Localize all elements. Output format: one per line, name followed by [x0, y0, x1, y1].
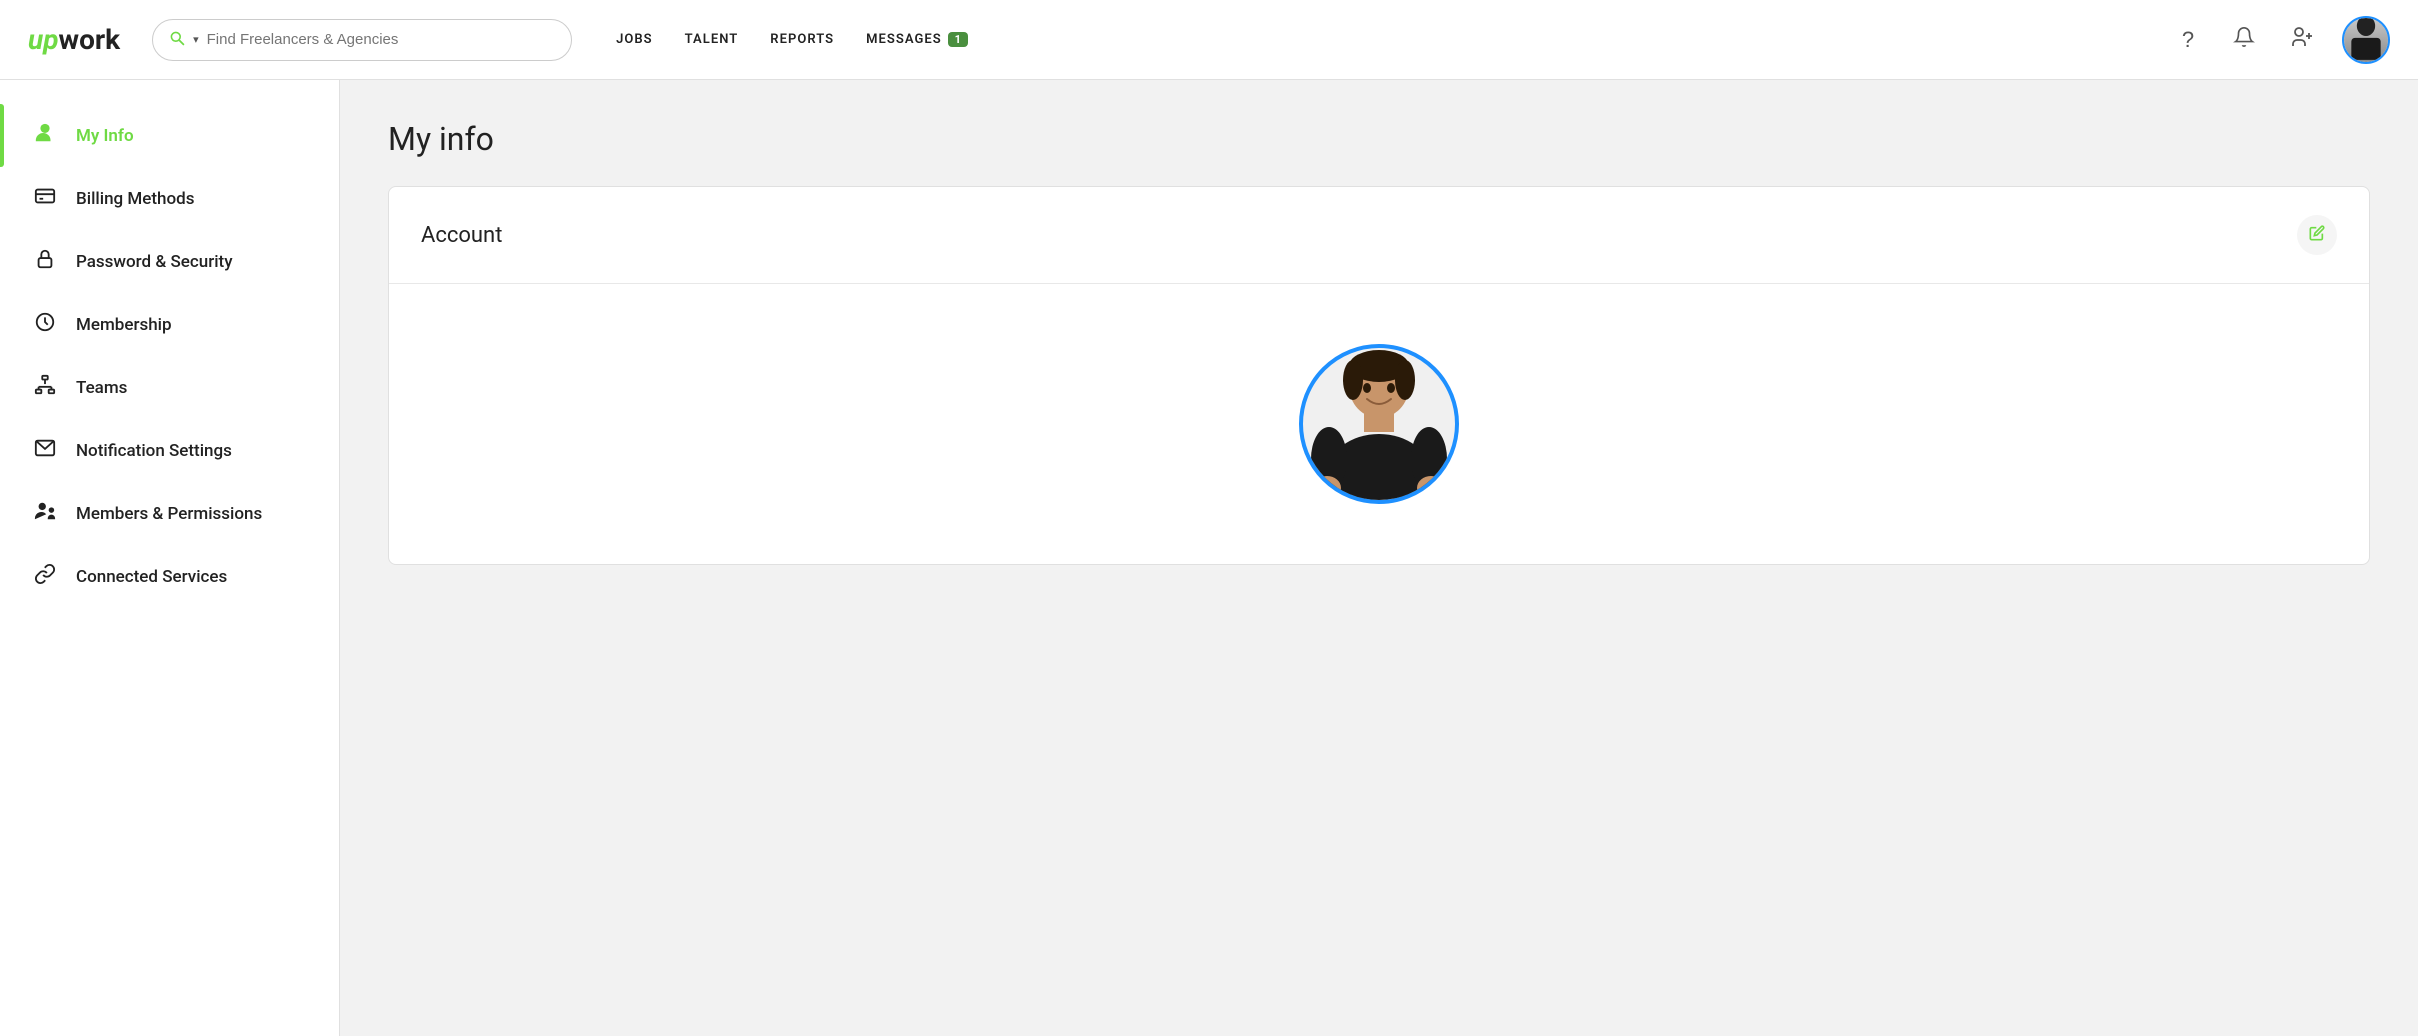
person-icon: [32, 122, 58, 149]
nav-messages-wrap: MESSAGES 1: [866, 32, 968, 47]
sidebar-label-members-permissions: Members & Permissions: [76, 504, 262, 524]
messages-badge: 1: [948, 32, 968, 47]
credit-card-icon: [32, 185, 58, 212]
clock-icon: [32, 311, 58, 338]
help-button[interactable]: ?: [2170, 22, 2206, 58]
main-layout: My Info Billing Methods Password & Secur…: [0, 80, 2418, 1036]
nav-messages[interactable]: MESSAGES: [866, 32, 942, 47]
account-card: Account: [388, 186, 2370, 565]
avatar: [2344, 18, 2388, 62]
sidebar-label-notification-settings: Notification Settings: [76, 441, 232, 461]
notifications-button[interactable]: [2226, 22, 2262, 58]
logo-up: up: [28, 23, 59, 56]
search-dropdown-icon[interactable]: ▾: [193, 33, 199, 46]
sidebar-label-my-info: My Info: [76, 126, 134, 146]
logo[interactable]: upwork: [28, 23, 120, 56]
nav-jobs[interactable]: JOBS: [616, 32, 653, 47]
link-icon: [32, 563, 58, 590]
envelope-icon: [32, 437, 58, 464]
sidebar-item-members-permissions[interactable]: Members & Permissions: [0, 482, 339, 545]
bell-icon: [2233, 26, 2255, 54]
header-actions: ?: [2170, 16, 2390, 64]
profile-avatar[interactable]: [1299, 344, 1459, 504]
sidebar-label-connected-services: Connected Services: [76, 567, 227, 587]
help-icon: ?: [2182, 27, 2194, 53]
pencil-icon: [2309, 225, 2325, 246]
org-chart-icon: [32, 374, 58, 401]
search-bar: ▾: [152, 19, 572, 61]
main-nav: JOBS TALENT REPORTS MESSAGES 1: [616, 32, 968, 47]
sidebar-item-password-security[interactable]: Password & Security: [0, 230, 339, 293]
main-content: My info Account: [340, 80, 2418, 1036]
sidebar-label-billing-methods: Billing Methods: [76, 189, 194, 209]
sidebar-label-teams: Teams: [76, 378, 127, 398]
add-user-button[interactable]: [2282, 20, 2322, 60]
sidebar-item-billing-methods[interactable]: Billing Methods: [0, 167, 339, 230]
app-header: upwork ▾ JOBS TALENT REPORTS MESSAGES 1 …: [0, 0, 2418, 80]
sidebar-item-membership[interactable]: Membership: [0, 293, 339, 356]
sidebar-item-connected-services[interactable]: Connected Services: [0, 545, 339, 608]
add-user-icon: [2290, 25, 2314, 55]
sidebar: My Info Billing Methods Password & Secur…: [0, 80, 340, 1036]
edit-account-button[interactable]: [2297, 215, 2337, 255]
nav-talent[interactable]: TALENT: [685, 32, 739, 47]
logo-work: work: [59, 23, 121, 56]
account-card-header: Account: [389, 187, 2369, 284]
group-icon: [32, 500, 58, 527]
sidebar-item-notification-settings[interactable]: Notification Settings: [0, 419, 339, 482]
search-input[interactable]: [207, 31, 555, 48]
user-avatar-button[interactable]: [2342, 16, 2390, 64]
sidebar-item-my-info[interactable]: My Info: [0, 104, 339, 167]
sidebar-label-membership: Membership: [76, 315, 172, 335]
account-section-title: Account: [421, 223, 502, 248]
lock-icon: [32, 248, 58, 275]
page-title: My info: [388, 120, 2370, 158]
search-icon: [169, 30, 185, 50]
nav-reports[interactable]: REPORTS: [770, 32, 834, 47]
profile-photo-section: [389, 284, 2369, 564]
sidebar-item-teams[interactable]: Teams: [0, 356, 339, 419]
sidebar-label-password-security: Password & Security: [76, 252, 233, 272]
